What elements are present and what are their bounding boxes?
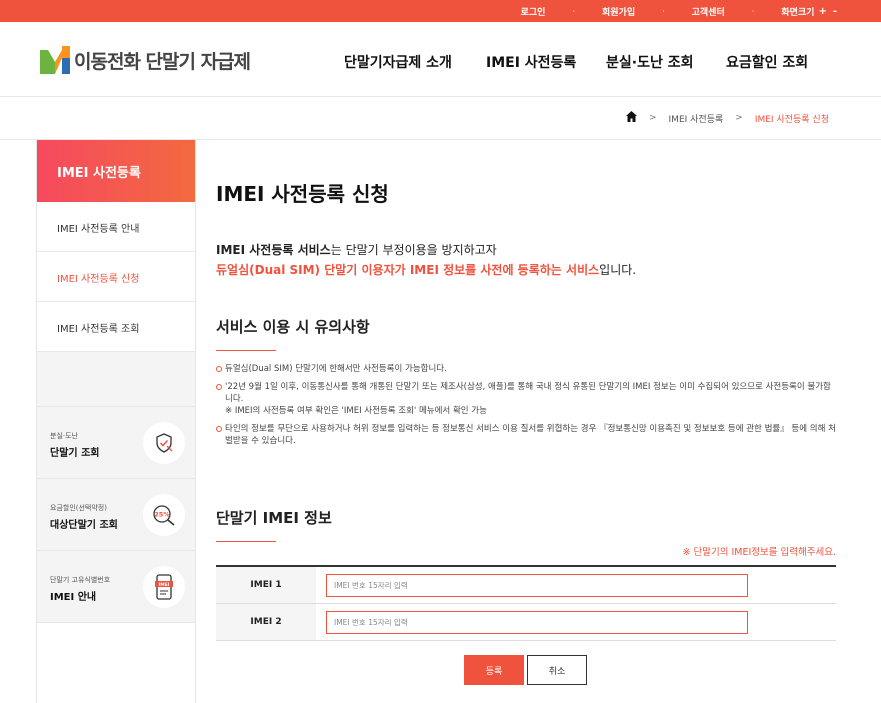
card-title: IMEI 안내 — [50, 592, 97, 603]
required-note: ※ 단말기의 IMEI정보를 입력해주세요. — [682, 547, 836, 558]
card-subtitle: 단말기 고유식별번호 — [50, 576, 111, 584]
sidebar-card-lost-stolen[interactable]: 분실·도난 단말기 조회 — [37, 407, 195, 479]
imei1-cell — [316, 573, 748, 597]
top-utility-bar: 로그인 · 회원가입 · 고객센터 · 화면크기 + - — [0, 0, 881, 22]
imei1-input[interactable] — [326, 574, 748, 597]
signup-link[interactable]: 회원가입 — [602, 5, 635, 18]
card-subtitle: 분실·도난 — [50, 432, 78, 440]
imei2-cell — [316, 610, 748, 634]
card-subtitle: 요금할인(선택약정) — [50, 504, 107, 512]
breadcrumb-item-imei[interactable]: IMEI 사전등록 — [669, 112, 724, 125]
card-title: 단말기 조회 — [50, 448, 100, 459]
customer-center-link[interactable]: 고객센터 — [692, 5, 725, 18]
intro-bold: IMEI 사전등록 서비스 — [216, 243, 331, 257]
separator-dot: · — [751, 6, 755, 16]
section-underline — [216, 350, 276, 351]
sidebar-card-imei-info[interactable]: 단말기 고유식별번호 IMEI 안내 IMEI — [37, 551, 195, 623]
breadcrumb: > IMEI 사전등록 > IMEI 사전등록 신청 — [625, 111, 829, 125]
sidebar-item-imei-lookup[interactable]: IMEI 사전등록 조회 — [37, 302, 195, 352]
discount-badge-text: 25% — [154, 511, 170, 519]
imei-badge-text: IMEI — [159, 582, 170, 588]
notice-subnote: ※ IMEI의 사전등록 여부 확인은 'IMEI 사전등록 조회' 메뉴에서 … — [225, 406, 487, 416]
font-size-label: 화면크기 — [781, 7, 815, 18]
imei2-label: IMEI 2 — [216, 604, 316, 640]
section-underline — [216, 541, 276, 542]
sidebar: IMEI 사전등록 IMEI 사전등록 안내 IMEI 사전등록 신청 IMEI… — [36, 140, 196, 703]
intro-rest: 는 단말기 부정이용을 방지하고자 — [330, 243, 497, 257]
separator-dot: · — [662, 6, 665, 16]
discount-magnifier-icon: 25% — [143, 494, 185, 536]
breadcrumb-separator: > — [735, 113, 743, 123]
sidebar-item-imei-guide[interactable]: IMEI 사전등록 안내 — [37, 202, 195, 252]
notice-item: 듀얼심(Dual SIM) 단말기에 한해서만 사전등록이 가능합니다. — [216, 363, 836, 375]
intro-line-2: 듀얼심(Dual SIM) 단말기 이용자가 IMEI 정보를 사전에 등록하는… — [216, 261, 636, 278]
submit-button[interactable]: 등록 — [464, 655, 524, 685]
cancel-button[interactable]: 취소 — [527, 655, 587, 685]
page-title: IMEI 사전등록 신청 — [216, 182, 389, 206]
breadcrumb-separator: > — [648, 113, 657, 123]
nav-item-discount[interactable]: 요금할인 조회 — [726, 52, 808, 72]
intro-highlight: 듀얼심(Dual SIM) 단말기 이용자가 IMEI 정보를 사전에 등록하는… — [216, 263, 600, 277]
table-row: IMEI 2 — [216, 604, 836, 641]
notice-section-title: 서비스 이용 시 유의사항 — [216, 318, 370, 336]
card-title: 대상단말기 조회 — [50, 520, 118, 531]
breadcrumb-bar: > IMEI 사전등록 > IMEI 사전등록 신청 — [0, 97, 881, 140]
sidebar-spacer — [37, 352, 195, 407]
utility-links: 로그인 · 회원가입 · 고객센터 · 화면크기 + - — [521, 0, 837, 22]
intro-line-1: IMEI 사전등록 서비스는 단말기 부정이용을 방지하고자 — [216, 241, 497, 258]
site-header: 이동전화 단말기 자급제 단말기자급제 소개 IMEI 사전등록 분실·도난 조… — [0, 22, 881, 97]
intro-rest-2: 입니다. — [599, 263, 637, 277]
sidebar-card-discount[interactable]: 요금할인(선택약정) 대상단말기 조회 25% — [37, 479, 195, 551]
nav-item-intro[interactable]: 단말기자급제 소개 — [344, 52, 452, 72]
main-navigation: 단말기자급제 소개 IMEI 사전등록 분실·도난 조회 요금할인 조회 — [0, 52, 881, 72]
nav-item-lost-stolen[interactable]: 분실·도난 조회 — [606, 52, 693, 72]
home-icon[interactable] — [625, 111, 637, 125]
table-row: IMEI 1 — [216, 567, 836, 604]
imei-section-title: 단말기 IMEI 정보 — [216, 509, 332, 527]
font-size-minus-button[interactable]: - — [833, 6, 837, 17]
imei-form-table: IMEI 1 IMEI 2 — [216, 565, 836, 641]
notice-list: 듀얼심(Dual SIM) 단말기에 한해서만 사전등록이 가능합니다. '22… — [216, 363, 836, 453]
imei1-label: IMEI 1 — [216, 567, 316, 603]
shield-check-icon — [143, 422, 185, 464]
sidebar-item-imei-apply[interactable]: IMEI 사전등록 신청 — [37, 252, 195, 302]
nav-item-imei-registration[interactable]: IMEI 사전등록 — [486, 52, 576, 72]
separator-dot: · — [572, 6, 575, 16]
phone-imei-icon: IMEI — [143, 566, 185, 608]
imei2-input[interactable] — [326, 611, 748, 634]
font-size-plus-button[interactable]: + — [818, 6, 826, 17]
notice-item: '22년 9월 1일 이후, 이동통신사를 통해 개통된 단말기 또는 제조사(… — [216, 381, 836, 405]
login-link[interactable]: 로그인 — [521, 5, 546, 18]
notice-item: 타인의 정보를 무단으로 사용하거나 허위 정보를 입력하는 등 정보통신 서비… — [216, 423, 836, 447]
breadcrumb-item-current: IMEI 사전등록 신청 — [754, 114, 829, 125]
form-buttons: 등록 취소 — [464, 655, 587, 685]
sidebar-title: IMEI 사전등록 — [37, 140, 195, 202]
